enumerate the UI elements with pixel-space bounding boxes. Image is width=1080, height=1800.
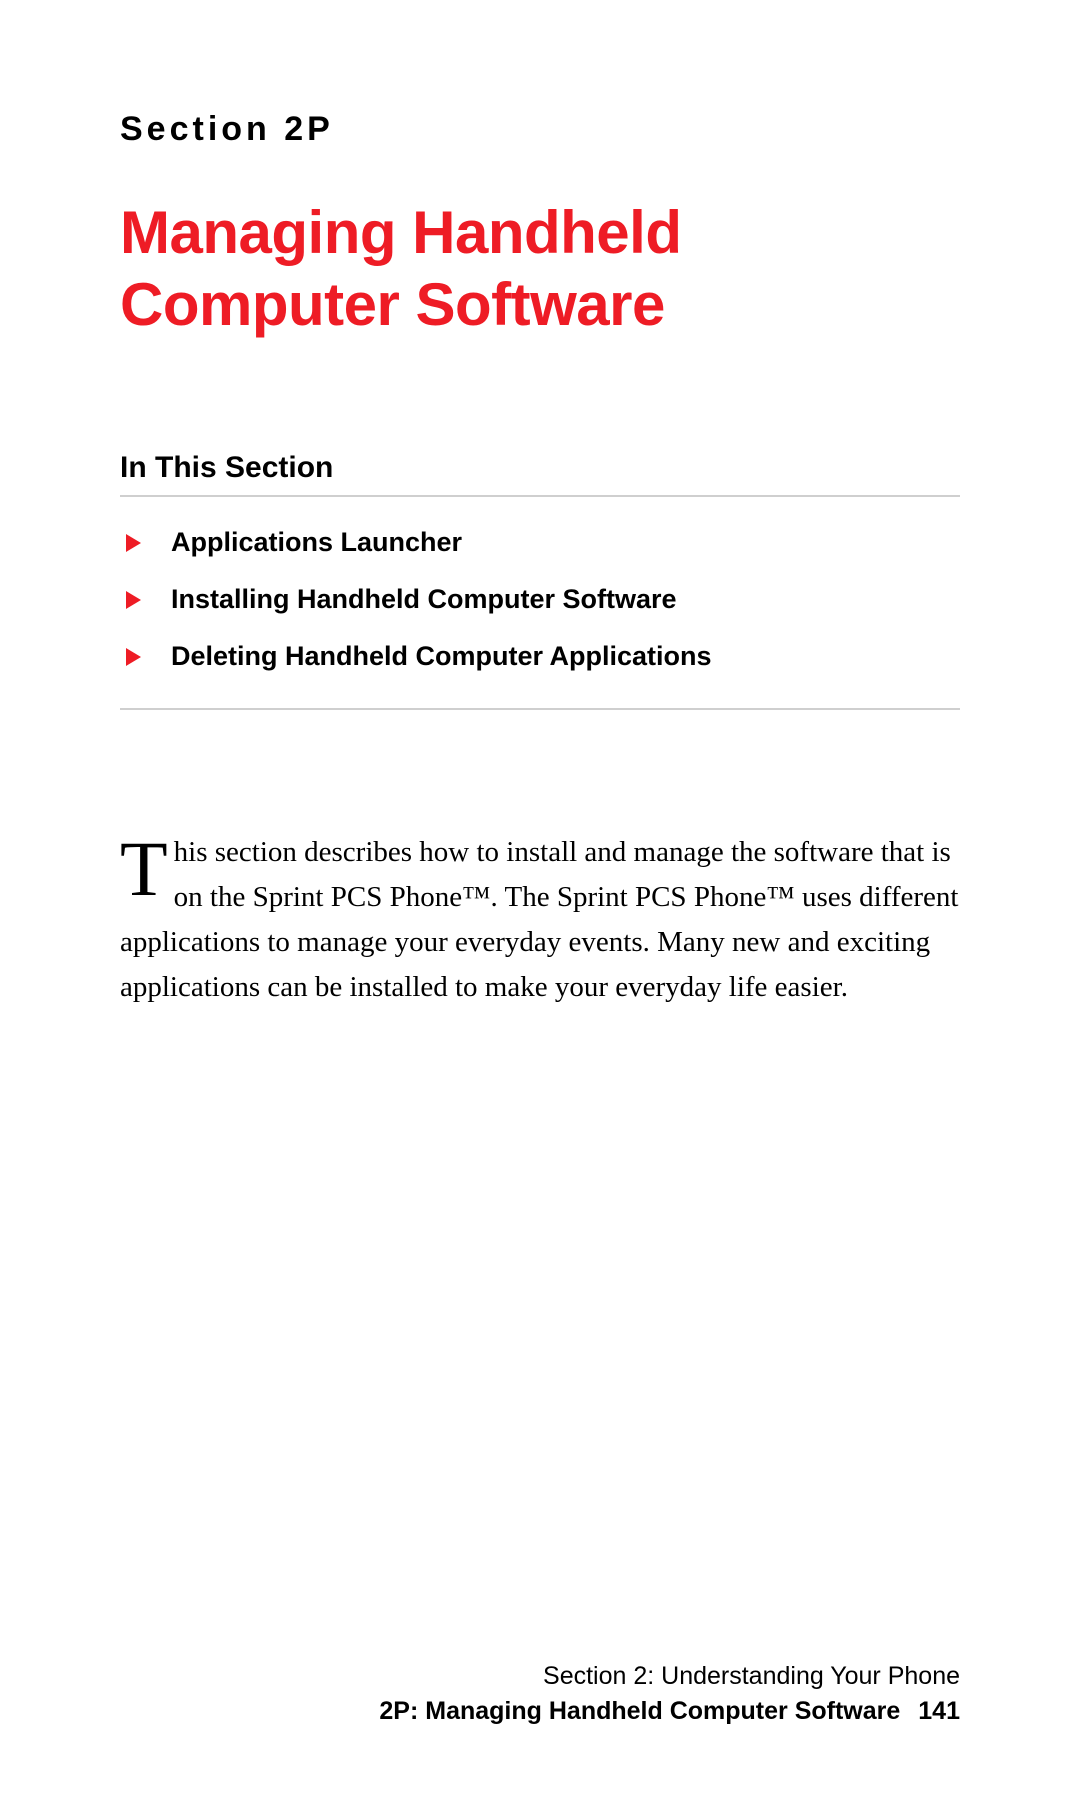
page-title: Managing Handheld Computer Software <box>120 197 960 341</box>
toc-item-label: Applications Launcher <box>171 527 462 558</box>
intro-paragraph-text: his section describes how to install and… <box>120 836 958 1003</box>
toc-item-label: Deleting Handheld Computer Applications <box>171 641 712 672</box>
toc-item: Applications Launcher <box>120 527 960 558</box>
footer-subsection: 2P: Managing Handheld Computer Software <box>379 1697 900 1726</box>
toc-item: Deleting Handheld Computer Applications <box>120 641 960 672</box>
triangle-right-icon <box>126 534 141 552</box>
page-footer: Section 2: Understanding Your Phone 2P: … <box>0 1662 1080 1726</box>
section-label: Section 2P <box>120 110 960 149</box>
toc-item-label: Installing Handheld Computer Software <box>171 584 677 615</box>
triangle-right-icon <box>126 591 141 609</box>
in-this-section-heading: In This Section <box>120 451 960 497</box>
toc-item: Installing Handheld Computer Software <box>120 584 960 615</box>
triangle-right-icon <box>126 648 141 666</box>
page-number: 141 <box>918 1697 960 1726</box>
intro-paragraph: T his section describes how to install a… <box>120 830 960 1010</box>
toc-list: Applications Launcher Installing Handhel… <box>120 527 960 710</box>
dropcap: T <box>120 830 174 902</box>
footer-section-path: Section 2: Understanding Your Phone <box>0 1662 960 1691</box>
